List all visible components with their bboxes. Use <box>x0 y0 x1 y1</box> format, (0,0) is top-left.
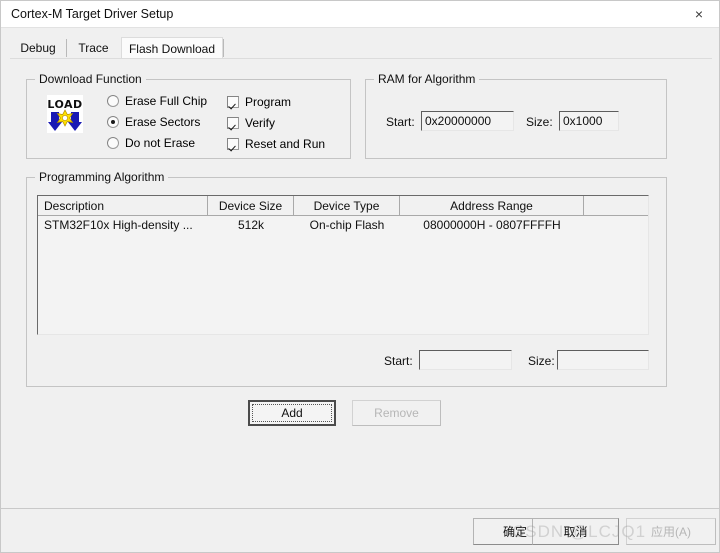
column-header-address-range[interactable]: Address Range <box>400 196 584 215</box>
load-icon: LOAD <box>47 95 83 133</box>
ram-size-input[interactable]: 0x1000 <box>559 111 619 131</box>
svg-text:LOAD: LOAD <box>47 98 82 111</box>
checkbox-reset-and-run[interactable]: Reset and Run <box>227 137 325 151</box>
checkbox-reset-and-run-label: Reset and Run <box>245 137 326 151</box>
cortex-m-target-driver-setup-dialog: Cortex-M Target Driver Setup × Debug Tra… <box>0 0 720 553</box>
tab-trace[interactable]: Trace <box>67 37 120 59</box>
radio-erase-sectors-label: Erase Sectors <box>125 115 201 129</box>
radio-erase-sectors[interactable]: Erase Sectors <box>107 115 200 129</box>
radio-erase-sectors-indicator <box>107 116 119 128</box>
tab-debug[interactable]: Debug <box>10 37 66 59</box>
radio-erase-full-chip[interactable]: Erase Full Chip <box>107 94 207 108</box>
cell-address-range: 08000000H - 0807FFFFH <box>423 218 561 232</box>
tab-flash-download[interactable]: Flash Download <box>121 37 223 59</box>
add-button-label: Add <box>281 406 303 420</box>
cancel-button-label: 取消 <box>563 525 588 539</box>
ram-start-input[interactable]: 0x20000000 <box>421 111 514 131</box>
table-header-row: Description Device Size Device Type Addr… <box>38 196 648 216</box>
column-header-description[interactable]: Description <box>38 196 208 215</box>
checkbox-program-label: Program <box>245 95 292 109</box>
programming-algorithm-table[interactable]: Description Device Size Device Type Addr… <box>37 195 649 335</box>
title-bar: Cortex-M Target Driver Setup × <box>1 1 719 28</box>
checkbox-program-indicator <box>227 96 239 108</box>
ram-for-algorithm-legend: RAM for Algorithm <box>374 72 480 86</box>
radio-do-not-erase-label: Do not Erase <box>125 136 196 150</box>
ram-size-label: Size: <box>526 115 553 129</box>
cell-device-size: 512k <box>237 218 265 232</box>
apply-button: 应用(A) <box>626 518 716 545</box>
table-body: STM32F10x High-density ... 512k On-chip … <box>38 216 648 234</box>
column-header-device-type[interactable]: Device Type <box>294 196 400 215</box>
cancel-button[interactable]: 取消 <box>532 518 619 545</box>
tab-separator-2 <box>223 39 224 57</box>
cell-extra <box>584 216 648 234</box>
algorithm-size-input[interactable] <box>557 350 649 370</box>
checkbox-verify-indicator <box>227 117 239 129</box>
programming-algorithm-legend: Programming Algorithm <box>35 170 169 184</box>
dialog-button-bar: 确定 取消 应用(A) <box>1 509 719 552</box>
ok-button-label: 确定 <box>502 525 527 539</box>
algorithm-start-input[interactable] <box>419 350 512 370</box>
checkbox-reset-and-run-indicator <box>227 138 239 150</box>
radio-erase-full-chip-indicator <box>107 95 119 107</box>
checkbox-program[interactable]: Program <box>227 95 291 109</box>
cell-device-type: On-chip Flash <box>309 218 385 232</box>
remove-button: Remove <box>352 400 441 426</box>
column-header-extra[interactable] <box>584 196 648 215</box>
add-button[interactable]: Add <box>248 400 336 426</box>
tab-strip: Debug Trace Flash Download <box>10 37 712 59</box>
checkbox-verify-label: Verify <box>245 116 276 130</box>
radio-do-not-erase-indicator <box>107 137 119 149</box>
ram-start-label: Start: <box>386 115 415 129</box>
tab-trace-label: Trace <box>78 41 109 55</box>
radio-do-not-erase[interactable]: Do not Erase <box>107 136 195 150</box>
download-function-legend: Download Function <box>35 72 146 86</box>
window-title: Cortex-M Target Driver Setup <box>11 7 174 21</box>
load-icon-svg: LOAD <box>47 95 83 133</box>
cell-description: STM32F10x High-density ... <box>44 218 193 232</box>
tab-flash-download-label: Flash Download <box>128 41 216 56</box>
algorithm-size-label: Size: <box>528 354 555 368</box>
table-row[interactable]: STM32F10x High-density ... 512k On-chip … <box>38 216 648 234</box>
checkbox-verify[interactable]: Verify <box>227 116 275 130</box>
remove-button-label: Remove <box>374 406 419 420</box>
column-header-device-size[interactable]: Device Size <box>208 196 294 215</box>
apply-button-label: 应用(A) <box>651 525 691 539</box>
close-icon[interactable]: × <box>677 1 719 27</box>
radio-erase-full-chip-label: Erase Full Chip <box>125 94 208 108</box>
tab-debug-label: Debug <box>20 41 56 55</box>
algorithm-start-label: Start: <box>384 354 413 368</box>
